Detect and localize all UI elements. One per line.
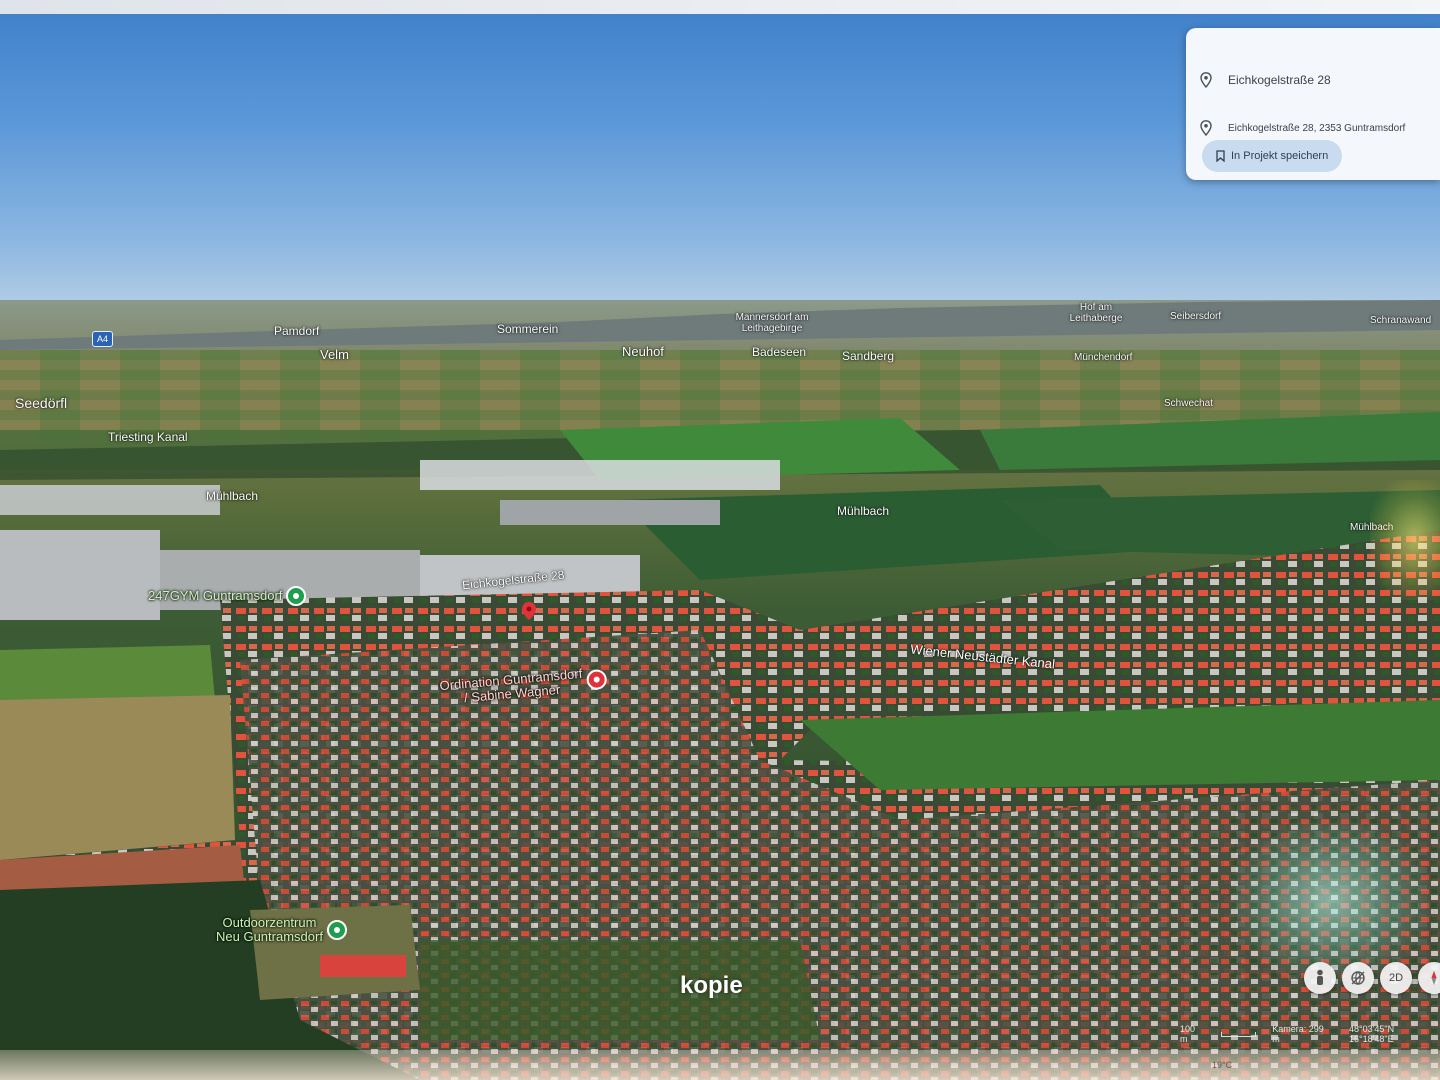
waterway-label[interactable]: Mühlbach (206, 489, 258, 503)
coordinates: 48°03'45"N 16°18'48"E (1349, 1024, 1395, 1044)
poi-outdoor-label: Outdoorzentrum Neu Guntramsdorf (216, 915, 323, 945)
camera-height: Kamera: 299 m (1272, 1024, 1324, 1044)
poi-outdoor[interactable]: Outdoorzentrum Neu Guntramsdorf (216, 915, 347, 945)
map-controls: 2D (1304, 962, 1440, 994)
card-title: Eichkogelstraße 28 (1228, 73, 1331, 87)
gym-marker-icon (286, 586, 307, 606)
place-label[interactable]: Velm (320, 347, 349, 362)
weather-temperature[interactable]: 19°C (1212, 1060, 1232, 1070)
watermark-text: kopie (680, 972, 743, 999)
layers-button[interactable] (1342, 962, 1374, 994)
globe-icon (1351, 971, 1365, 985)
place-label[interactable]: Schranawand (1370, 315, 1431, 326)
place-label[interactable]: Pamdorf (274, 324, 319, 338)
map-pin-icon (1200, 72, 1212, 88)
place-label[interactable]: Hof am Leithaberge (1064, 302, 1128, 324)
outdoor-marker-icon (326, 920, 347, 941)
map-viewport[interactable]: A4 Pamdorf Velm Sommerein Neuhof Manners… (0, 0, 1440, 1080)
poi-gym-label: 247GYM Guntramsdorf (148, 587, 283, 603)
card-title-row[interactable]: Eichkogelstraße 28 (1200, 72, 1331, 88)
place-label[interactable]: Sommerein (497, 322, 558, 336)
bookmark-icon (1216, 150, 1225, 162)
card-address-row[interactable]: Eichkogelstraße 28, 2353 Guntramsdorf (1200, 120, 1405, 136)
save-to-project-button[interactable]: In Projekt speichern (1202, 140, 1343, 172)
waterway-label[interactable]: Triesting Kanal (108, 430, 188, 444)
road-shield-a4[interactable]: A4 (92, 331, 114, 347)
scale-line (1220, 1031, 1257, 1037)
place-info-card: Eichkogelstraße 28 Eichkogelstraße 28, 2… (1186, 28, 1440, 180)
place-label[interactable]: Münchendorf (1074, 352, 1132, 363)
map-pin-icon (1200, 120, 1212, 136)
compass-button[interactable] (1418, 962, 1440, 994)
terrain-graphic (0, 300, 1440, 1080)
pegman-icon[interactable] (1304, 962, 1336, 994)
window-top-edge (0, 0, 1440, 14)
tilt-2d-button[interactable]: 2D (1380, 962, 1412, 994)
poi-gym[interactable]: 247GYM Guntramsdorf (148, 586, 307, 606)
compass-icon (1431, 971, 1437, 985)
place-label[interactable]: Neuhof (622, 344, 664, 359)
scale-bar: 100 m Kamera: 299 m 48°03'45"N 16°18'48"… (1180, 1024, 1440, 1044)
red-location-pin-icon[interactable] (522, 602, 536, 620)
poi-outdoor-line2: Neu Guntramsdorf (216, 929, 323, 945)
place-label[interactable]: Seibersdorf (1170, 311, 1221, 322)
card-address: Eichkogelstraße 28, 2353 Guntramsdorf (1228, 122, 1406, 134)
place-label[interactable]: Seedörfl (15, 395, 67, 411)
place-label[interactable]: Mannersdorf am Leithagebirge (727, 312, 817, 334)
waterway-label[interactable]: Mühlbach (1350, 522, 1393, 533)
save-to-project-label: In Projekt speichern (1231, 150, 1329, 162)
aerial-terrain[interactable] (0, 300, 1440, 1080)
poi-outdoor-line1: Outdoorzentrum (222, 915, 317, 930)
place-label[interactable]: Schwechat (1164, 398, 1213, 409)
medical-marker-icon (585, 669, 608, 691)
place-label[interactable]: Sandberg (842, 349, 894, 363)
scale-distance: 100 m (1180, 1024, 1196, 1044)
waterway-label[interactable]: Mühlbach (837, 504, 889, 518)
place-label[interactable]: Badeseen (752, 345, 806, 359)
